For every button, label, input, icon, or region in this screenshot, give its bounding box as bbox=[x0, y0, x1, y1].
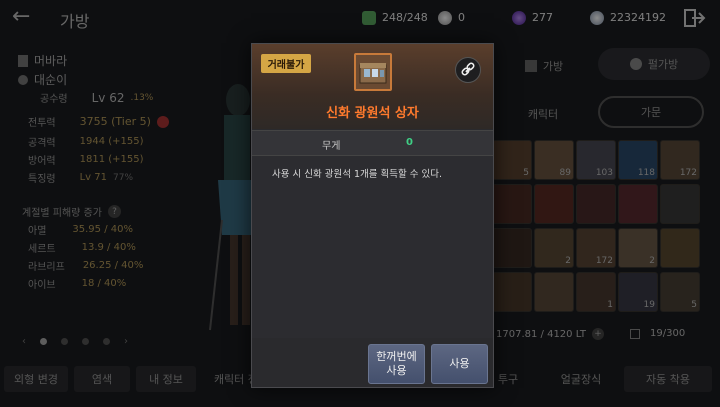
use-all-label: 한꺼번에 사용 bbox=[376, 350, 416, 378]
ore-box-icon bbox=[354, 53, 392, 91]
use-label: 사용 bbox=[449, 357, 470, 370]
modal-body bbox=[252, 156, 493, 338]
weight-row: 무게 0 bbox=[252, 130, 493, 156]
item-description: 사용 시 신화 광원석 1개를 획득할 수 있다. bbox=[272, 169, 443, 180]
use-button[interactable]: 사용 bbox=[431, 344, 488, 384]
use-all-button[interactable]: 한꺼번에 사용 bbox=[368, 344, 425, 384]
modal-header: 거래불가 신화 광원석 상자 bbox=[252, 44, 493, 129]
weight-value: 0 bbox=[406, 137, 413, 148]
use-all-line1: 한꺼번에 bbox=[376, 350, 417, 363]
link-icon[interactable] bbox=[455, 57, 481, 83]
untradeable-tag: 거래불가 bbox=[261, 54, 311, 73]
item-detail-modal: 거래불가 신화 광원석 상자 무게 0 사용 시 신화 광원석 1개를 획득할 … bbox=[251, 43, 494, 388]
use-all-line2: 사용 bbox=[386, 364, 407, 377]
item-name: 신화 광원석 상자 bbox=[326, 106, 419, 121]
weight-label: 무게 bbox=[322, 141, 341, 152]
